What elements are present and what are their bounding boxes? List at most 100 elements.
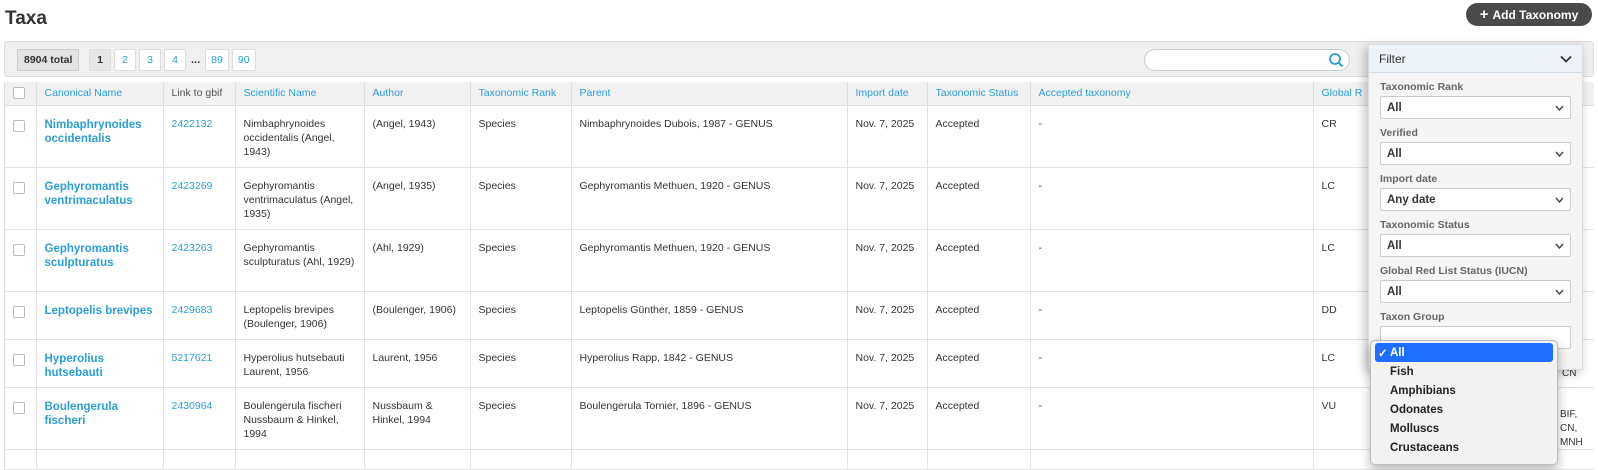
parent-cell: Gephyromantis Methuen, 1920 - GENUS [571,167,848,230]
rank-cell: Species [470,291,572,340]
scientific-name-cell: Nimbaphrynoides occidentalis (Angel, 194… [235,105,365,168]
canonical-name-link[interactable]: Leptopelis brevipes [36,291,164,340]
taxonomic-rank-select[interactable]: All [1380,96,1571,119]
add-taxonomy-label: Add Taxonomy [1492,7,1579,22]
page-button-89[interactable]: 89 [205,49,229,71]
filter-label: Taxon Group [1380,311,1445,323]
column-header-author[interactable]: Author [364,82,471,106]
status-cell: Accepted [927,339,1031,388]
occluded-source-text-3: CN, [1560,423,1578,434]
import-date-cell: Nov. 7, 2025 [847,339,928,388]
select-value: All [1387,101,1402,114]
canonical-name-link[interactable]: Hyperolius hutsebauti [36,339,164,388]
page-button-4[interactable]: 4 [164,49,186,71]
author-cell: (Angel, 1943) [364,105,471,168]
canonical-name-link[interactable]: Nimbaphrynoides occidentalis [36,105,164,168]
accepted-taxonomy-cell: - [1030,387,1314,450]
column-header-taxonomic-status[interactable]: Taxonomic Status [927,82,1031,106]
verified-select[interactable]: All [1380,142,1571,165]
author-cell: (Boulenger, 1906) [364,291,471,340]
column-header-canonical-name[interactable]: Canonical Name [36,82,164,106]
dropdown-option-crustaceans[interactable]: Crustaceans [1375,438,1553,457]
column-header-scientific-name[interactable]: Scientific Name [235,82,365,106]
scientific-name-cell: Gephyromantis sculpturatus (Ahl, 1929) [235,229,365,292]
gbif-link[interactable]: 2429683 [163,291,236,340]
parent-cell: Hyperolius Rapp, 1842 - GENUS [571,339,848,388]
dropdown-option-fish[interactable]: Fish [1375,362,1553,381]
row-checkbox[interactable] [13,181,25,194]
import-date-cell: Nov. 7, 2025 [847,105,928,168]
add-taxonomy-button[interactable]: + Add Taxonomy [1466,3,1592,26]
page-title: Taxa [5,8,47,29]
row-checkbox[interactable] [13,353,25,366]
author-cell: (Ahl, 1929) [364,229,471,292]
column-header-accepted-taxonomy[interactable]: Accepted taxonomy [1030,82,1314,106]
rank-cell: Species [470,105,572,168]
column-header-taxonomic-rank[interactable]: Taxonomic Rank [470,82,572,106]
page-button-1[interactable]: 1 [89,49,111,71]
accepted-taxonomy-cell: - [1030,229,1314,292]
row-checkbox[interactable] [13,243,25,256]
dropdown-option-odonates[interactable]: Odonates [1375,400,1553,419]
accepted-taxonomy-cell: - [1030,339,1314,388]
accepted-taxonomy-cell: - [1030,167,1314,230]
taxon-group-dropdown: ✓ All Fish Amphibians Odonates Molluscs … [1370,340,1558,465]
gbif-link[interactable]: 2423269 [163,167,236,230]
row-checkbox[interactable] [13,305,25,318]
status-cell: Accepted [927,167,1031,230]
pagination: 1 2 3 4 ... 89 90 [89,49,256,71]
column-header-import-date[interactable]: Import date [847,82,928,106]
dropdown-option-all[interactable]: ✓ All [1375,343,1553,362]
accepted-taxonomy-cell: - [1030,291,1314,340]
page-button-2[interactable]: 2 [114,49,136,71]
canonical-name-link[interactable]: Gephyromantis sculpturatus [36,229,164,292]
plus-icon: + [1479,6,1489,23]
row-checkbox[interactable] [13,401,25,414]
page-button-90[interactable]: 90 [231,49,256,71]
table-row: Gephyromantis sculpturatus 2423263 Gephy… [5,229,1594,292]
gbif-link[interactable]: 2423263 [163,229,236,292]
scientific-name-cell: Boulengerula fischeri Nussbaum & Hinkel,… [235,387,365,450]
row-select-cell [5,291,37,340]
taxonomic-rank-filter: Taxonomic Rank All [1369,81,1582,119]
parent-cell: Gephyromantis Methuen, 1920 - GENUS [571,229,848,292]
filter-title: Filter [1379,51,1406,66]
verified-filter: Verified All [1369,127,1582,165]
parent-cell: Boulengerula Tornier, 1896 - GENUS [571,387,848,450]
accepted-taxonomy-cell: - [1030,105,1314,168]
canonical-name-link[interactable]: Boulengerula fischeri [36,387,164,450]
chevron-down-icon [1555,243,1564,249]
scientific-name-cell: Leptopelis brevipes (Boulenger, 1906) [235,291,365,340]
search-input[interactable] [1144,49,1350,71]
table-toolbar: 8904 total 1 2 3 4 ... 89 90 [4,41,1594,77]
row-select-cell [5,229,37,292]
red-list-status-select[interactable]: All [1380,280,1571,303]
table-row: Hyperolius hutsebauti 5217621 Hyperolius… [5,339,1594,388]
author-cell: Nussbaum & Hinkel, 1994 [364,387,471,450]
status-cell: Accepted [927,105,1031,168]
filter-label: Import date [1380,173,1438,185]
parent-cell: Leptopelis Günther, 1859 - GENUS [571,291,848,340]
gbif-link[interactable]: 2430964 [163,387,236,450]
status-cell: Accepted [927,291,1031,340]
import-date-select[interactable]: Any date [1380,188,1571,211]
taxonomic-status-filter: Taxonomic Status All [1369,219,1582,257]
column-header-parent[interactable]: Parent [571,82,848,106]
chevron-down-icon [1555,105,1564,111]
table-header-row: Canonical Name Link to gbif Scientific N… [5,82,1594,106]
dropdown-option-amphibians[interactable]: Amphibians [1375,381,1553,400]
page-button-3[interactable]: 3 [139,49,161,71]
gbif-link[interactable]: 5217621 [163,339,236,388]
row-checkbox[interactable] [13,119,25,132]
author-cell: Laurent, 1956 [364,339,471,388]
search-icon[interactable] [1328,52,1344,68]
import-date-cell: Nov. 7, 2025 [847,387,928,450]
canonical-name-link[interactable]: Gephyromantis ventrimaculatus [36,167,164,230]
filter-panel-header[interactable]: Filter [1369,45,1582,73]
gbif-link[interactable]: 2422132 [163,105,236,168]
import-date-cell: Nov. 7, 2025 [847,291,928,340]
chevron-down-icon[interactable] [1560,55,1572,63]
select-all-checkbox[interactable] [13,87,25,100]
taxonomic-status-select[interactable]: All [1380,234,1571,257]
dropdown-option-molluscs[interactable]: Molluscs [1375,419,1553,438]
